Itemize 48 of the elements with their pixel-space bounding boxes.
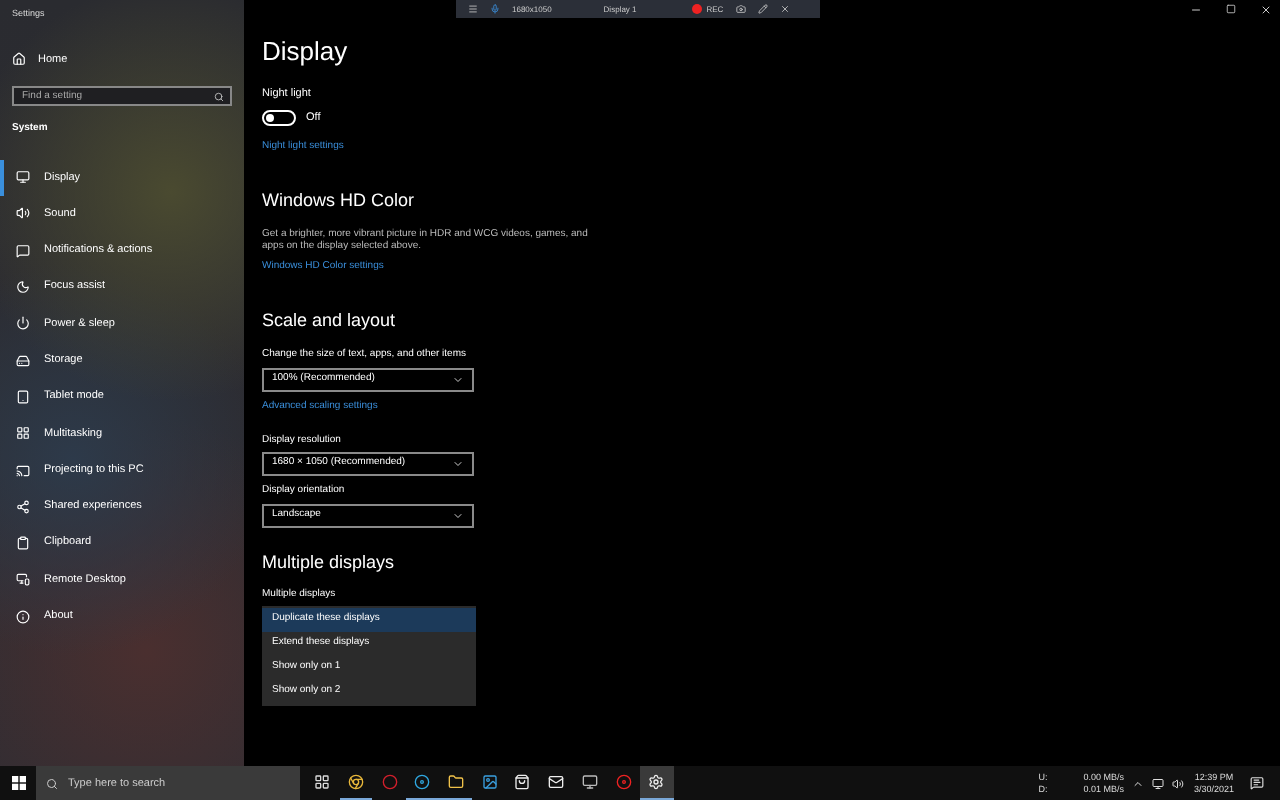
drive-icon — [16, 353, 30, 368]
chevron-icon[interactable] — [1131, 777, 1144, 789]
windows-logo-icon — [11, 776, 25, 790]
maximize-icon[interactable] — [1226, 4, 1236, 14]
tablet-icon — [16, 389, 30, 404]
message-icon — [16, 243, 30, 258]
monitor-icon — [16, 170, 30, 185]
browser-icon — [414, 774, 431, 790]
power-icon — [16, 316, 30, 331]
folder-icon — [448, 774, 465, 790]
section-heading: Windows HD Color — [262, 188, 417, 214]
cast-icon — [16, 463, 30, 478]
clipboard-icon — [16, 536, 30, 551]
page-title: Display — [262, 38, 350, 64]
moon-icon — [16, 280, 30, 295]
info-icon — [16, 609, 30, 624]
bag-icon — [514, 774, 531, 790]
share-icon — [16, 499, 30, 514]
section-heading: Multiple displays — [262, 549, 397, 576]
chevron-icon — [452, 374, 464, 386]
camera-icon[interactable] — [735, 4, 746, 14]
search-icon — [214, 91, 224, 101]
grid-icon — [16, 426, 30, 441]
remote-icon — [16, 572, 30, 587]
mail-icon — [548, 774, 565, 790]
chevron-icon — [452, 458, 464, 470]
network-icon[interactable] — [1151, 777, 1164, 789]
record-icon — [615, 774, 632, 790]
browser-icon — [348, 774, 365, 790]
speaker-icon[interactable] — [1171, 777, 1184, 789]
notification-icon[interactable] — [1250, 776, 1264, 790]
chevron-icon — [452, 509, 464, 521]
toggle-switch[interactable] — [262, 110, 296, 127]
mic-icon[interactable] — [490, 4, 500, 14]
settings-icon — [648, 774, 665, 790]
pen-icon[interactable] — [757, 4, 768, 14]
close-icon[interactable] — [1260, 4, 1272, 16]
home-icon — [12, 52, 26, 67]
monitor-icon — [581, 774, 598, 790]
taskbar-app[interactable] — [639, 766, 674, 800]
speaker-icon — [16, 206, 30, 221]
menu-icon[interactable] — [468, 4, 478, 14]
task-view-icon — [314, 774, 331, 790]
ring-icon — [381, 774, 398, 790]
photo-icon — [481, 774, 498, 790]
minimize-icon[interactable] — [1190, 4, 1202, 16]
section-heading: Scale and layout — [262, 308, 398, 334]
search-icon — [46, 777, 58, 789]
